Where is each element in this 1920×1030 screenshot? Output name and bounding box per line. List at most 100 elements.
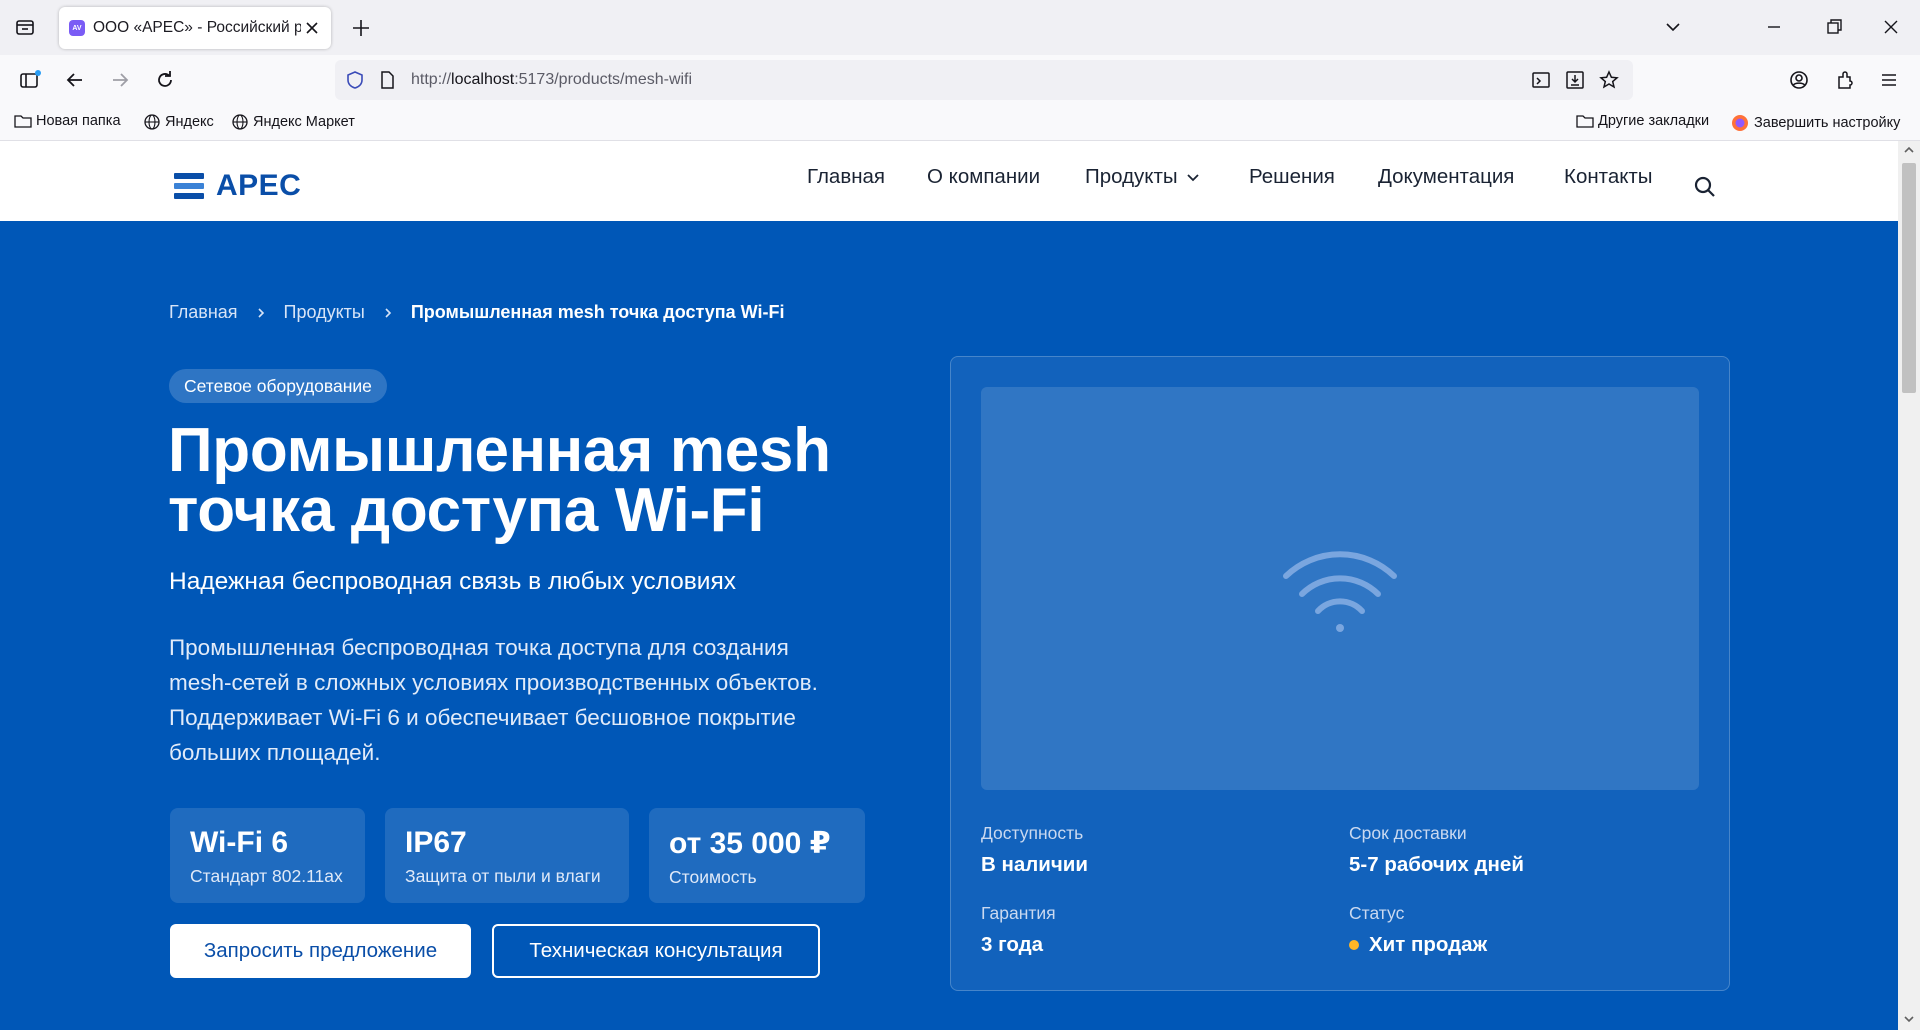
bookmark-label: Другие закладки — [1598, 113, 1710, 129]
tab-list-icon[interactable] — [14, 16, 36, 38]
description-line: mesh-сетей в сложных условиях производст… — [169, 670, 818, 695]
bookmark-label: Яндекс — [165, 114, 214, 130]
status-label: Статус — [1349, 903, 1405, 923]
spec-label: Стандарт 802.11ax — [190, 866, 343, 886]
bookmark-star-icon[interactable] — [1598, 69, 1620, 91]
wifi-icon — [1283, 551, 1397, 632]
status-value: Хит продаж — [1349, 933, 1487, 957]
description-line: Промышленная беспроводная точка доступа … — [169, 635, 789, 660]
restore-icon[interactable] — [1823, 16, 1845, 38]
globe-icon — [232, 114, 248, 130]
availability-value: В наличии — [981, 853, 1089, 876]
description-line: Поддерживает Wi-Fi 6 и обеспечивает бесш… — [169, 705, 796, 730]
scroll-down-icon[interactable] — [1903, 1013, 1915, 1025]
bookmark-new-folder[interactable]: Новая папка — [14, 113, 121, 129]
bookmark-yandex[interactable]: Яндекс — [143, 113, 214, 131]
nav-about[interactable]: О компании — [927, 165, 1040, 189]
close-window-icon[interactable] — [1880, 16, 1902, 38]
nav-products[interactable]: Продукты — [1085, 165, 1202, 189]
reader-view-icon[interactable] — [1530, 69, 1552, 91]
spec-card-price: от 35 000 ₽ Стоимость — [649, 808, 865, 903]
product-info-panel: Доступность В наличии Срок доставки 5-7 … — [950, 356, 1730, 991]
menu-icon[interactable] — [1877, 68, 1901, 92]
forward-icon[interactable] — [108, 68, 132, 92]
search-icon[interactable] — [1693, 175, 1717, 199]
status-text: Хит продаж — [1369, 933, 1488, 956]
spec-label: Стоимость — [669, 867, 757, 887]
globe-icon — [144, 114, 160, 130]
status-info: Статус Хит продаж — [1349, 903, 1487, 957]
extensions-icon[interactable] — [1833, 68, 1857, 92]
category-badge: Сетевое оборудование — [169, 369, 387, 403]
scroll-up-icon[interactable] — [1903, 144, 1915, 156]
tech-consultation-button[interactable]: Техническая консультация — [492, 924, 820, 978]
bookmark-label: Завершить настройку — [1754, 115, 1901, 131]
spec-label: Защита от пыли и влаги — [405, 866, 601, 886]
shield-icon[interactable] — [344, 69, 366, 91]
new-tab-icon[interactable] — [350, 17, 372, 39]
delivery-info: Срок доставки 5-7 рабочих дней — [1349, 823, 1524, 877]
bookmark-yandex-market[interactable]: Яндекс Маркет — [231, 113, 355, 131]
sidebar-toggle-icon[interactable] — [18, 68, 42, 92]
folder-icon — [14, 115, 32, 128]
address-bar[interactable]: http://localhost:5173/products/mesh-wifi — [335, 60, 1633, 100]
availability-label: Доступность — [981, 823, 1084, 843]
main-nav: Главная О компании Продукты Решения Доку… — [0, 165, 1898, 199]
close-tab-icon[interactable] — [303, 19, 321, 37]
firefox-icon — [1732, 115, 1748, 131]
spec-card-protection: IP67 Защита от пыли и влаги — [385, 808, 629, 903]
nav-solutions[interactable]: Решения — [1249, 165, 1335, 189]
breadcrumb-home[interactable]: Главная — [169, 302, 238, 323]
nav-products-label: Продукты — [1085, 165, 1178, 188]
page-scrollbar[interactable] — [1898, 141, 1920, 1030]
breadcrumb-current: Промышленная mesh точка доступа Wi-Fi — [410, 302, 785, 322]
request-quote-button[interactable]: Запросить предложение — [170, 924, 471, 978]
bookmark-other[interactable]: Другие закладки — [1576, 113, 1709, 129]
account-icon[interactable] — [1787, 68, 1811, 92]
browser-tab-active[interactable]: AV ООО «АРЕС» - Российский разработчик — [59, 7, 331, 49]
bookmarks-bar: Новая папка Яндекс Яндекс Маркет Другие … — [0, 105, 1920, 141]
title-line: Промышленная mesh — [168, 416, 831, 485]
tab-title: ООО «АРЕС» - Российский разработчик — [93, 19, 301, 36]
spec-card-standard: Wi-Fi 6 Стандарт 802.11ax — [170, 808, 365, 903]
minimize-icon[interactable] — [1763, 16, 1785, 38]
favicon-icon: AV — [69, 20, 85, 36]
description-line: больших площадей. — [169, 740, 381, 765]
nav-home[interactable]: Главная — [807, 165, 885, 189]
page-subtitle: Надежная беспроводная связь в любых усло… — [169, 568, 736, 595]
tab-overflow-chevron-icon[interactable] — [1662, 16, 1684, 38]
back-icon[interactable] — [63, 68, 87, 92]
page-title: Промышленная mesh точка доступа Wi-Fi — [168, 416, 928, 545]
chevron-down-icon — [1186, 174, 1199, 182]
browser-toolbar: http://localhost:5173/products/mesh-wifi — [0, 55, 1920, 105]
warranty-label: Гарантия — [981, 903, 1056, 923]
chevron-right-icon — [257, 307, 264, 318]
reload-icon[interactable] — [153, 68, 177, 92]
download-icon[interactable] — [1564, 69, 1586, 91]
chevron-right-icon — [385, 307, 391, 318]
product-description: Промышленная беспроводная точка доступа … — [169, 630, 919, 770]
site-header: АРЕС Главная О компании Продукты Решения… — [0, 141, 1898, 221]
delivery-value: 5-7 рабочих дней — [1349, 853, 1524, 876]
breadcrumb-products[interactable]: Продукты — [284, 302, 365, 323]
spec-value: Wi-Fi 6 — [190, 826, 289, 859]
page-info-icon[interactable] — [376, 69, 398, 91]
spec-value: IP67 — [405, 826, 467, 859]
delivery-label: Срок доставки — [1349, 823, 1467, 843]
folder-icon — [1576, 115, 1594, 128]
title-line: точка доступа Wi-Fi — [168, 476, 765, 545]
availability-info: Доступность В наличии — [981, 823, 1088, 877]
bookmark-label: Яндекс Маркет — [253, 114, 355, 130]
status-dot — [1349, 940, 1359, 950]
bookmark-label: Новая папка — [36, 113, 121, 129]
bookmark-finish-setup[interactable]: Завершить настройку — [1730, 113, 1900, 133]
browser-tab-bar: AV ООО «АРЕС» - Российский разработчик — [0, 0, 1920, 55]
spec-value: от 35 000 ₽ — [669, 827, 831, 860]
nav-contacts[interactable]: Контакты — [1564, 165, 1653, 189]
scroll-thumb[interactable] — [1902, 163, 1916, 393]
warranty-value: 3 года — [981, 933, 1044, 956]
breadcrumb: Главная Продукты Промышленная mesh точка… — [169, 302, 784, 323]
url-text: http://localhost:5173/products/mesh-wifi — [411, 71, 693, 88]
nav-docs[interactable]: Документация — [1378, 165, 1514, 189]
product-image-placeholder — [981, 387, 1699, 790]
